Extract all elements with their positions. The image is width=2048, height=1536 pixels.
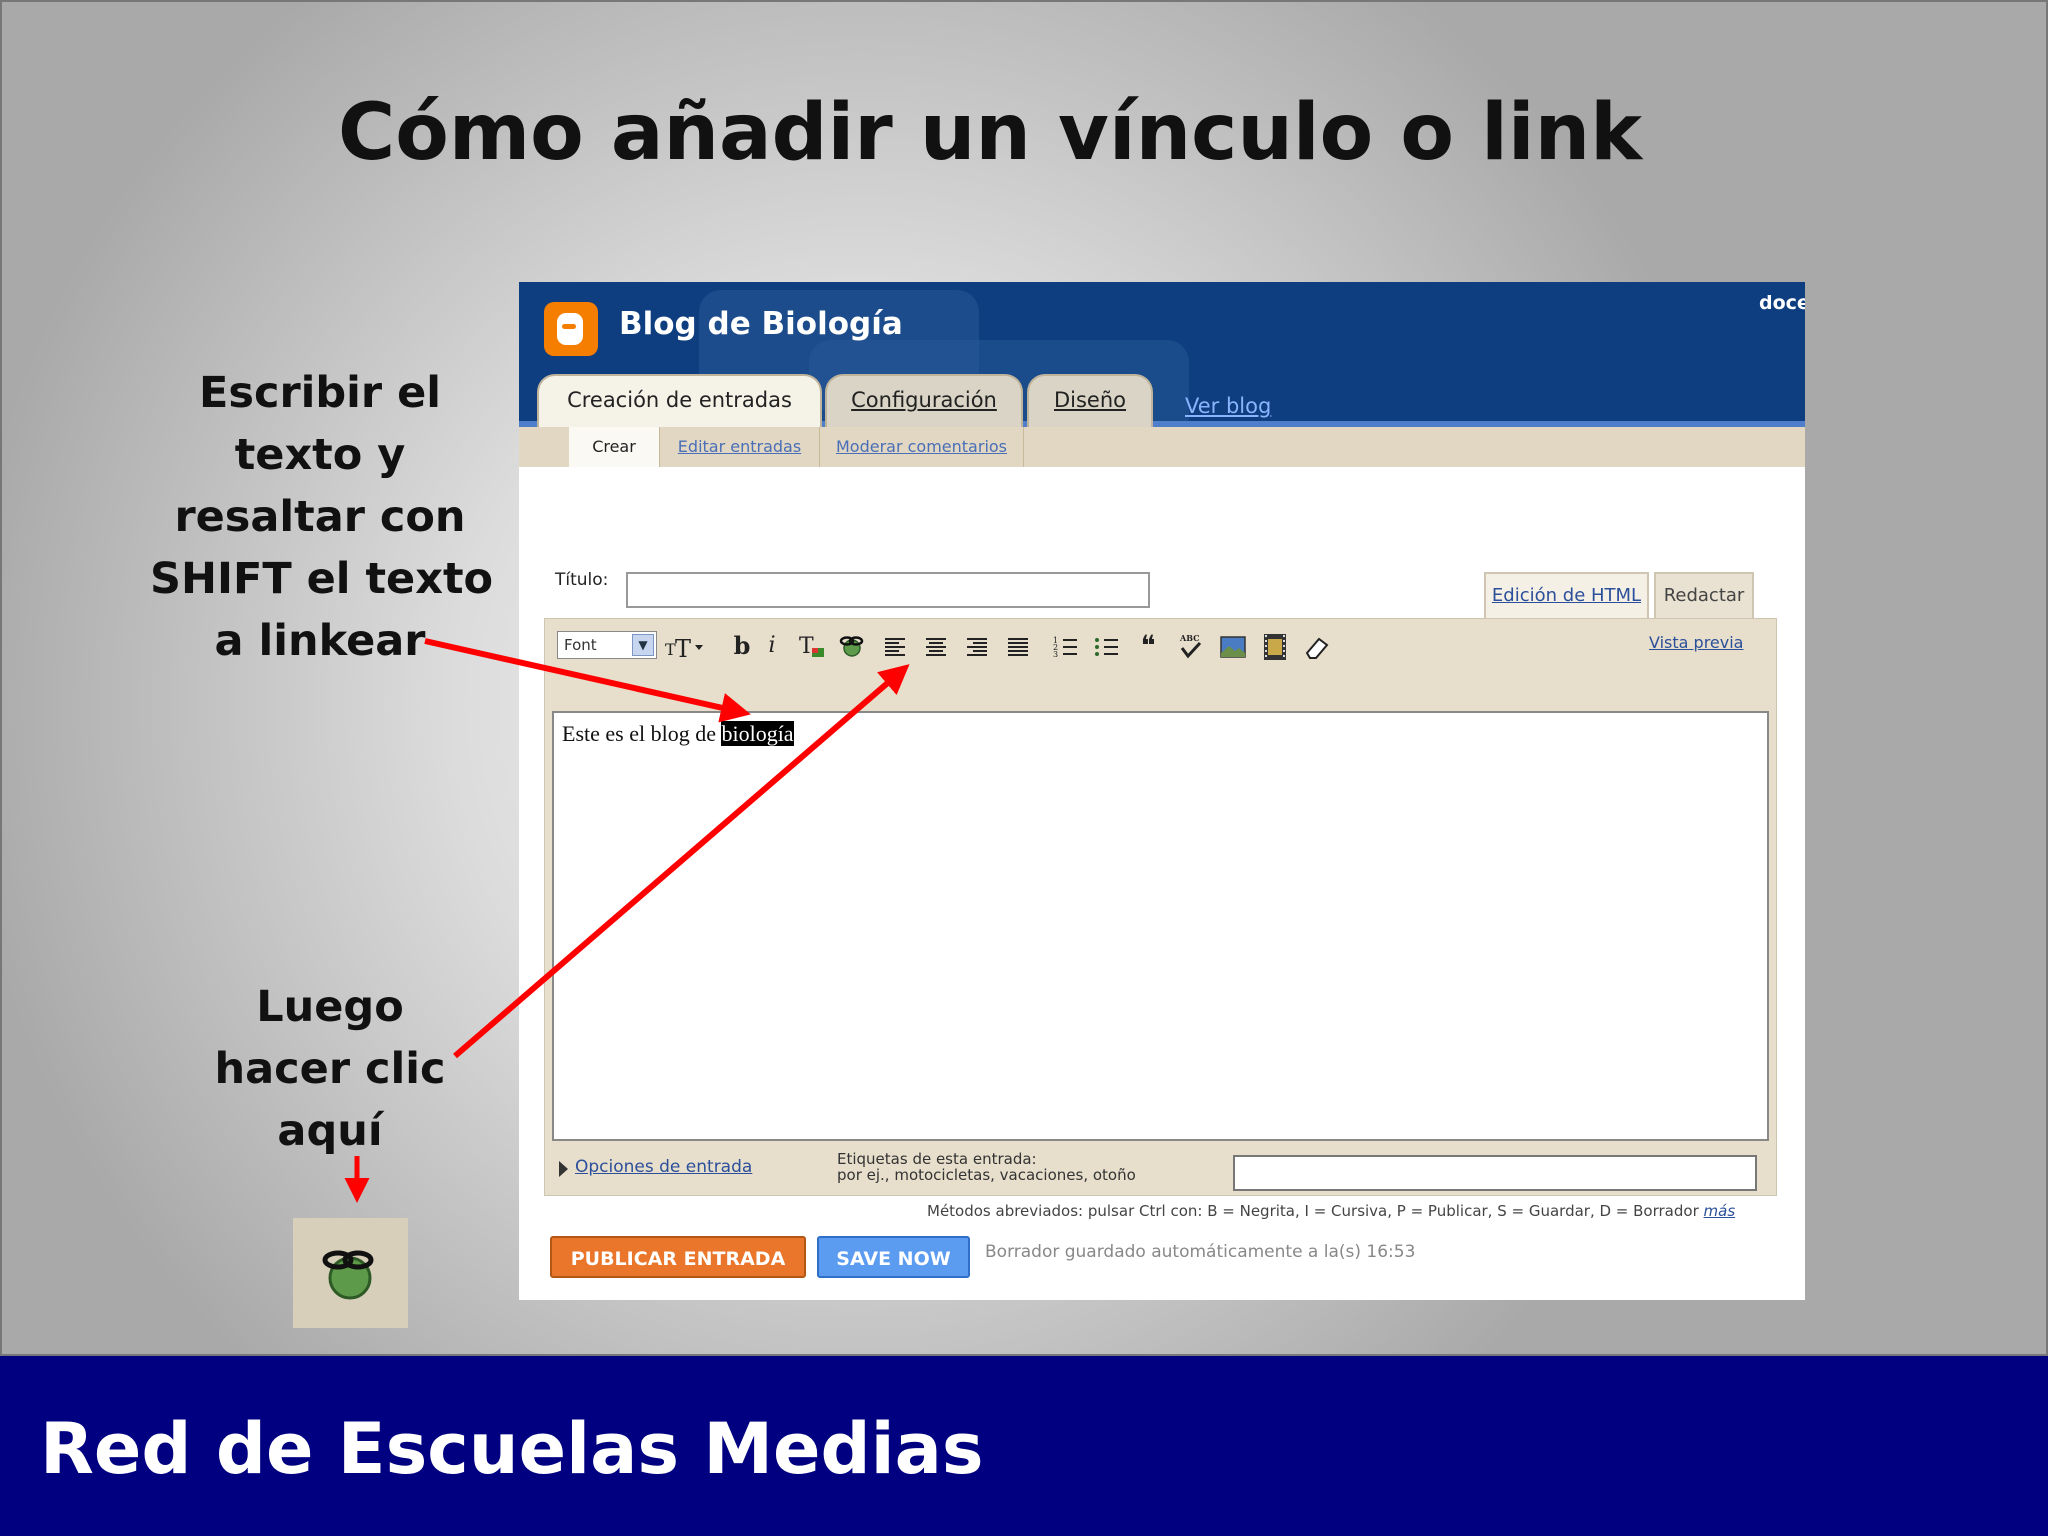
align-justify-icon[interactable]: [1003, 631, 1033, 661]
image-icon[interactable]: [1218, 631, 1248, 661]
subtab-editar-entradas[interactable]: Editar entradas: [659, 427, 819, 467]
text-color-glyph: T: [799, 634, 824, 659]
align-center-glyph: [926, 638, 946, 656]
note-line: Escribir el: [198, 368, 441, 418]
logo-b-bar: [562, 324, 576, 329]
align-right-glyph: [967, 638, 987, 656]
tags-input[interactable]: [1233, 1155, 1757, 1191]
post-options-link[interactable]: Opciones de entrada: [575, 1157, 752, 1177]
subtab-crear[interactable]: Crear: [569, 427, 659, 467]
note-line: Luego: [256, 982, 404, 1032]
instruction-note-click: Luego hacer clic aquí: [190, 976, 470, 1162]
image-glyph: [1220, 636, 1246, 658]
subtab-bar: Crear Editar entradas Moderar comentario…: [519, 427, 1805, 467]
editor-content: Este es el blog de biología: [562, 721, 794, 747]
align-left-glyph: [885, 638, 905, 656]
publish-button[interactable]: PUBLICAR ENTRADA: [550, 1236, 806, 1278]
tab-configuracion[interactable]: Configuración: [825, 374, 1023, 427]
title-label: Título:: [555, 570, 609, 590]
svg-text:ABC: ABC: [1179, 633, 1199, 643]
video-icon[interactable]: [1260, 631, 1290, 661]
font-size-icon[interactable]: T T: [665, 631, 703, 663]
note-line: SHIFT el texto: [150, 554, 494, 604]
tags-label-text: Etiquetas de esta entrada:: [837, 1150, 1037, 1168]
blogger-screenshot: Blog de Biología doce Creación de entrad…: [519, 282, 1805, 1300]
bold-icon[interactable]: b: [727, 631, 757, 661]
note-line: hacer clic: [214, 1044, 446, 1094]
video-glyph: [1264, 634, 1286, 660]
editor-toolbar: Font ▼ T T b i T 1 2 3 ❝ ABC Vista previ…: [545, 619, 1776, 711]
note-line: a linkear: [214, 616, 426, 666]
bullet-list-glyph: [1095, 638, 1118, 656]
ver-blog-link[interactable]: Ver blog: [1185, 394, 1271, 418]
shortcuts-hint: Métodos abreviados: pulsar Ctrl con: B =…: [927, 1202, 1735, 1220]
bullet-list-icon[interactable]: [1092, 631, 1122, 661]
quote-icon[interactable]: ❝: [1133, 631, 1163, 661]
tab-edicion-html[interactable]: Edición de HTML: [1484, 572, 1649, 618]
preview-link[interactable]: Vista previa: [1649, 633, 1743, 652]
editor-text: Este es el blog de: [562, 721, 722, 746]
spellcheck-glyph: ABC: [1179, 633, 1202, 659]
text-color-icon[interactable]: T: [797, 631, 827, 661]
svg-text:T: T: [799, 634, 814, 659]
align-left-icon[interactable]: [880, 631, 910, 661]
post-body-editor[interactable]: Este es el blog de biología: [552, 711, 1769, 1141]
tags-hint-text: por ej., motocicletas, vacaciones, otoño: [837, 1166, 1136, 1184]
svg-text:3: 3: [1053, 650, 1058, 659]
tab-diseno[interactable]: Diseño: [1027, 374, 1153, 427]
font-select-value: Font: [564, 636, 597, 654]
shortcuts-more-link[interactable]: más: [1704, 1202, 1736, 1220]
user-name: doce: [1759, 292, 1805, 314]
align-center-icon[interactable]: [921, 631, 951, 661]
blogger-logo-icon[interactable]: [544, 302, 598, 356]
subtab-moderar-comentarios[interactable]: Moderar comentarios: [819, 427, 1024, 467]
slide-title: Cómo añadir un vínculo o link: [337, 88, 1643, 178]
selected-text: biología: [721, 721, 794, 746]
blog-title: Blog de Biología: [619, 306, 903, 342]
tab-redactar[interactable]: Redactar: [1654, 572, 1754, 618]
italic-icon[interactable]: i: [757, 631, 787, 661]
link-icon-zoom: [293, 1218, 408, 1328]
shortcuts-text: Métodos abreviados: pulsar Ctrl con: B =…: [927, 1202, 1699, 1220]
save-now-button[interactable]: SAVE NOW: [817, 1236, 970, 1278]
footer-title: Red de Escuelas Medias: [40, 1408, 984, 1490]
eraser-glyph: [1305, 637, 1329, 659]
triangle-right-icon[interactable]: [559, 1161, 568, 1177]
spellcheck-icon[interactable]: ABC: [1176, 631, 1206, 661]
svg-text:T: T: [675, 635, 691, 661]
blogger-header: Blog de Biología doce Creación de entrad…: [519, 282, 1805, 427]
link-globe-icon: [322, 1250, 374, 1300]
numbered-list-glyph: 123: [1053, 636, 1077, 659]
post-options-bar: Opciones de entrada Etiquetas de esta en…: [545, 1143, 1776, 1195]
align-justify-glyph: [1008, 638, 1028, 656]
tags-label: Etiquetas de esta entrada: por ej., moto…: [837, 1151, 1136, 1183]
tab-creacion-entradas[interactable]: Creación de entradas: [537, 374, 822, 427]
font-size-glyph: T T: [665, 635, 703, 663]
note-line: texto y: [234, 430, 406, 480]
post-title-input[interactable]: [626, 572, 1150, 608]
editor-frame: Font ▼ T T b i T 1 2 3 ❝ ABC Vista previ…: [544, 618, 1777, 1196]
numbered-list-icon[interactable]: 123: [1051, 631, 1081, 661]
link-glyph: [839, 636, 864, 657]
note-line: resaltar con: [174, 492, 466, 542]
logo-b-shape: [557, 313, 583, 345]
align-right-icon[interactable]: [962, 631, 992, 661]
eraser-icon[interactable]: [1302, 631, 1332, 661]
link-icon[interactable]: [837, 631, 867, 661]
instruction-note-select: Escribir el texto y resaltar con SHIFT e…: [150, 362, 494, 672]
autosave-status: Borrador guardado automáticamente a la(s…: [985, 1242, 1416, 1262]
font-select[interactable]: Font ▼: [557, 631, 657, 659]
chevron-down-icon: ▼: [632, 634, 654, 656]
note-line: aquí: [277, 1106, 383, 1156]
